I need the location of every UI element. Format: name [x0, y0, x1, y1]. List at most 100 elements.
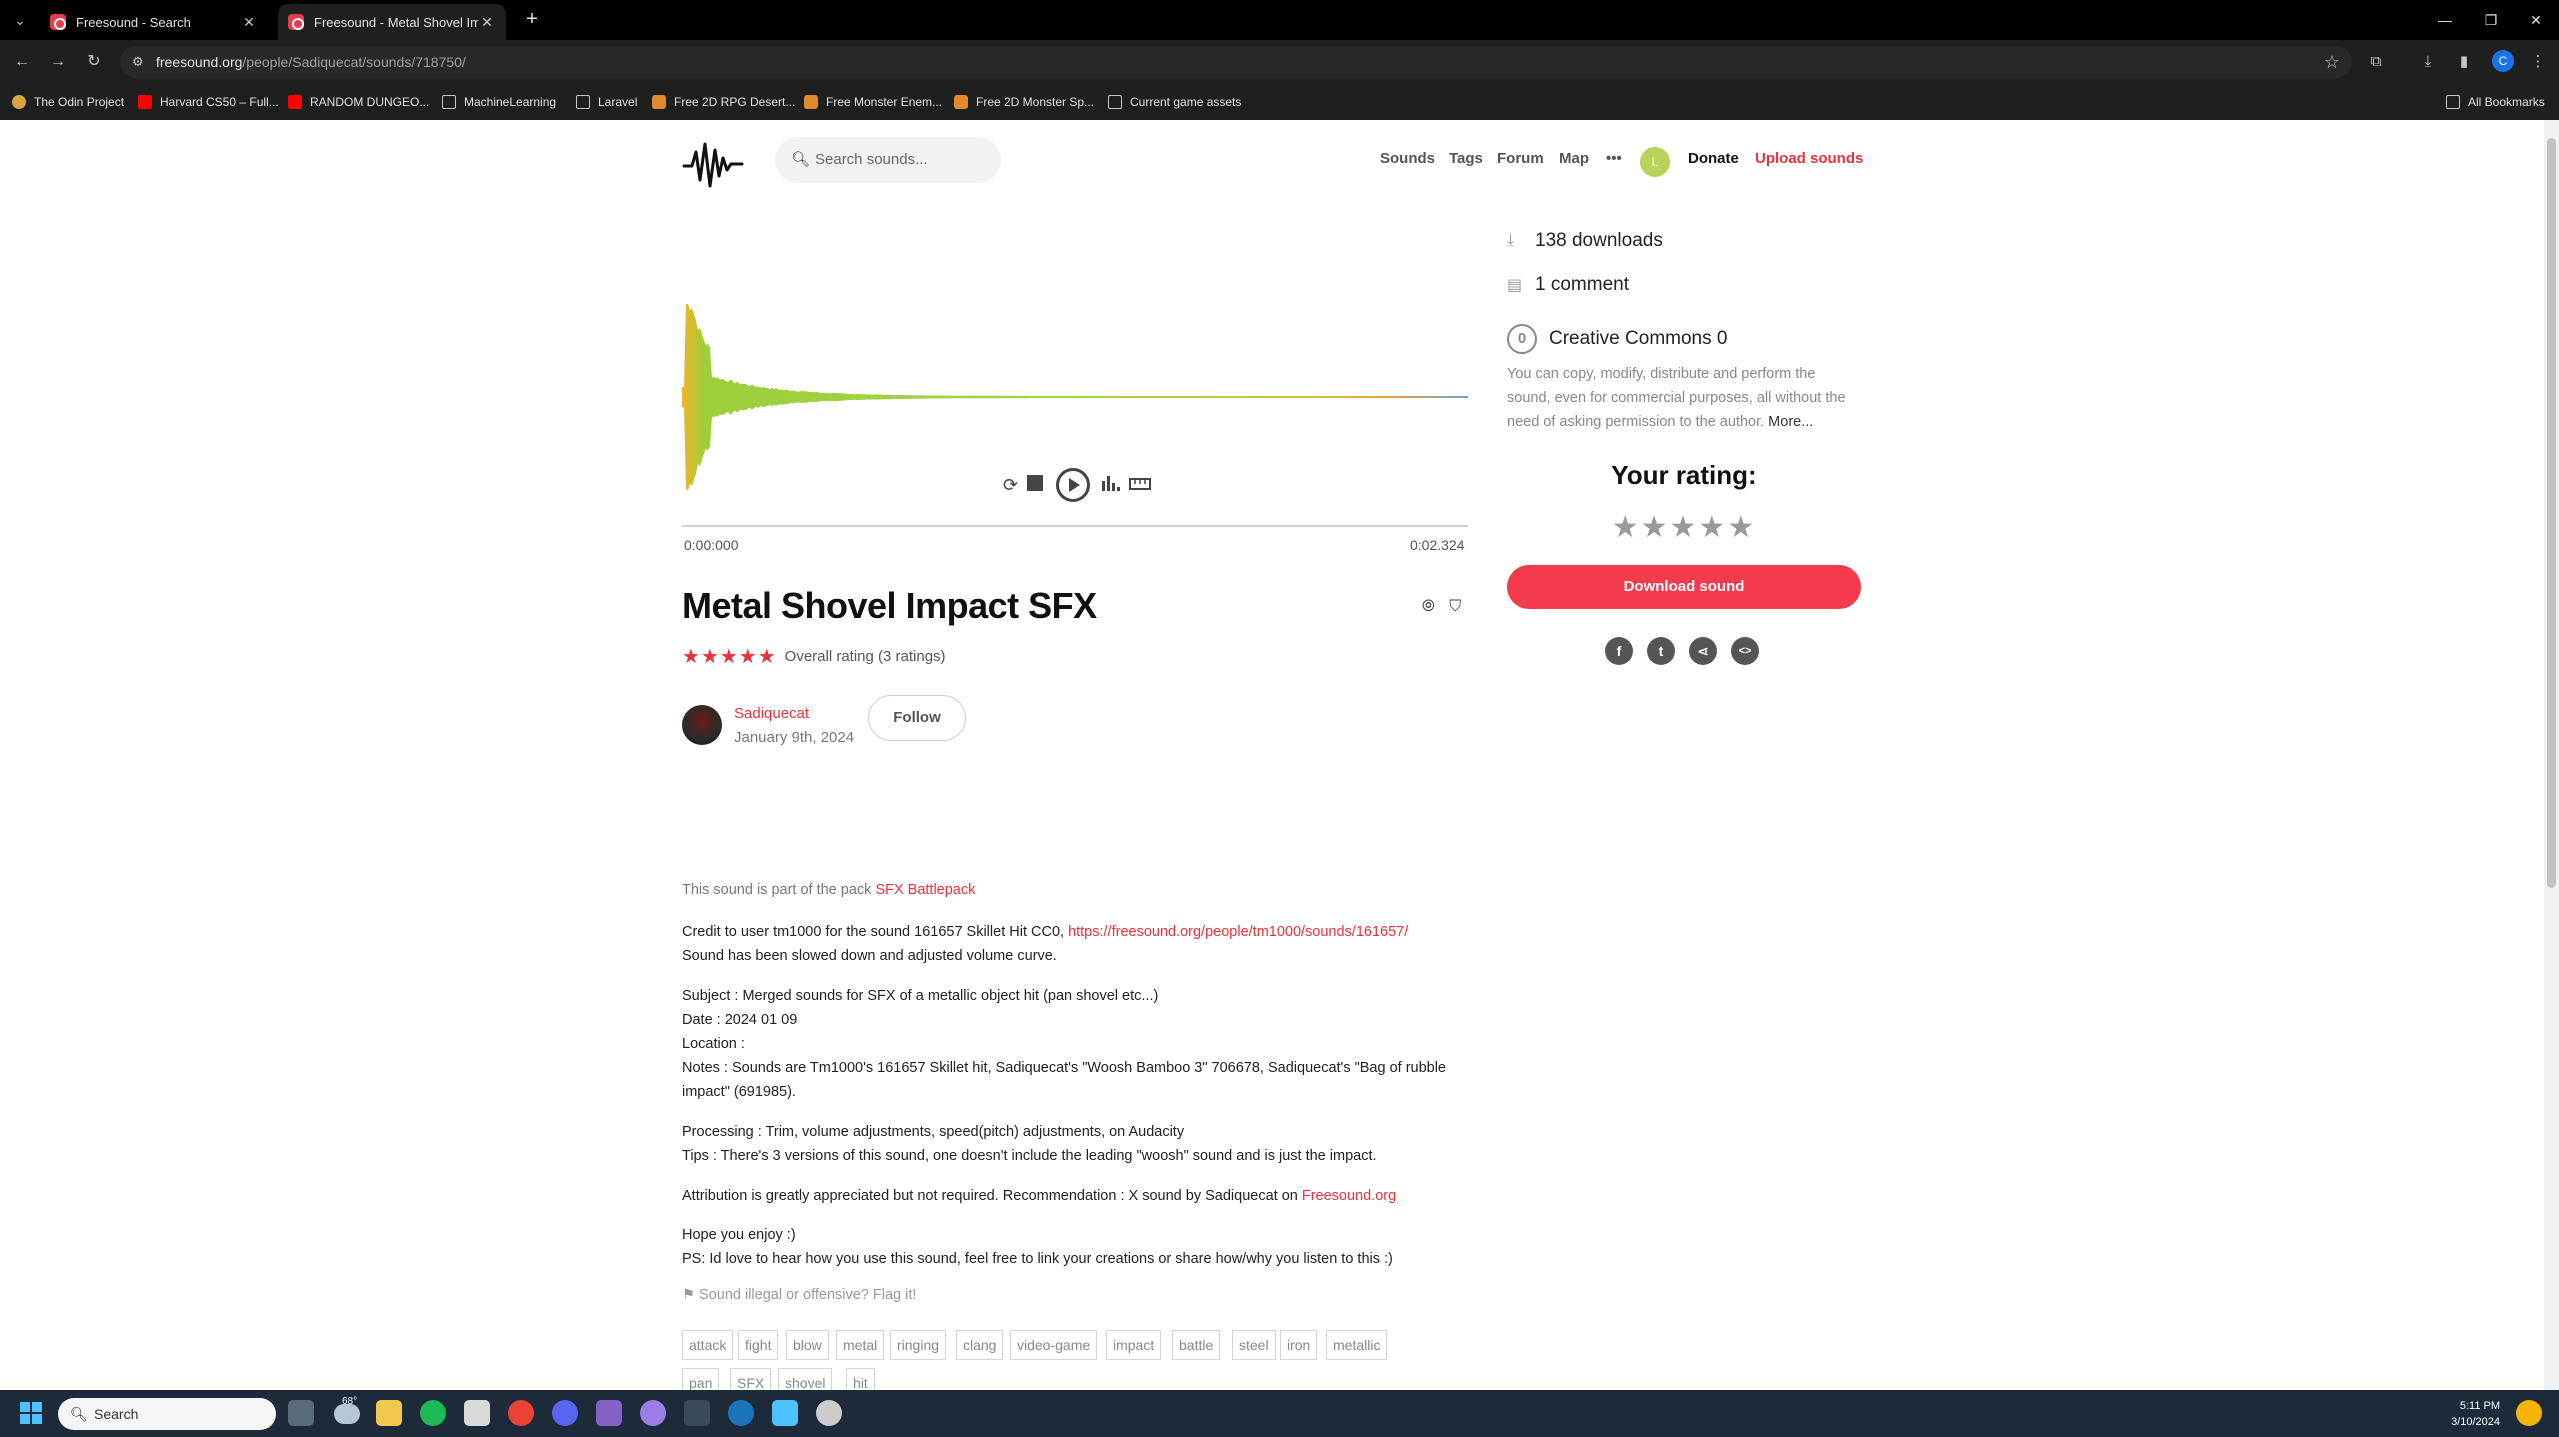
share-icon[interactable]: ⋖ [1689, 637, 1717, 665]
tag-fight[interactable]: fight [738, 1330, 779, 1360]
back-arrow-icon[interactable]: ← [10, 50, 34, 74]
windows-start-icon[interactable] [20, 1402, 42, 1424]
page-scrollbar[interactable] [2544, 120, 2559, 1390]
nav-map[interactable]: Map [1559, 150, 1589, 167]
tag-blow[interactable]: blow [786, 1330, 829, 1360]
taskbar-search-input[interactable]: 🔍︎ Search [58, 1398, 276, 1430]
user-avatar[interactable]: L [1640, 147, 1670, 177]
tag-attack[interactable]: attack [682, 1330, 734, 1360]
site-info-icon[interactable]: ⚙ [132, 46, 144, 78]
bookmark-cs50[interactable]: Harvard CS50 – Full... [138, 93, 279, 111]
bookmark-current-game-assets[interactable]: Current game assets [1108, 93, 1241, 111]
discord-icon[interactable] [552, 1400, 578, 1426]
address-bar[interactable]: ⚙ freesound.org/people/Sadiquecat/sounds… [120, 46, 2352, 78]
follow-button[interactable]: Follow [868, 695, 966, 741]
stop-icon[interactable] [1027, 475, 1043, 491]
tab-freesound-search[interactable]: Freesound - Search ✕ [40, 4, 268, 40]
tag-ringing[interactable]: ringing [890, 1330, 947, 1360]
all-bookmarks[interactable]: All Bookmarks [2446, 93, 2545, 111]
nav-more-icon[interactable]: ••• [1606, 150, 1622, 167]
close-tab-icon[interactable]: ✕ [240, 14, 258, 31]
tab-search-chevron-icon[interactable]: ⌄ [8, 8, 32, 32]
terminal-icon[interactable] [684, 1400, 710, 1426]
embed-code-icon[interactable]: <> [1731, 637, 1759, 665]
download-icon[interactable]: ⤓ [2416, 50, 2440, 74]
author-name-link[interactable]: Sadiquecat [734, 705, 809, 722]
chrome-icon[interactable] [508, 1400, 534, 1426]
nav-upload-sounds[interactable]: Upload sounds [1755, 150, 1863, 167]
attribution-link[interactable]: Freesound.org [1302, 1188, 1396, 1204]
task-view-icon[interactable] [288, 1400, 314, 1426]
weather-cloud-icon[interactable] [334, 1404, 360, 1424]
tag-metal[interactable]: metal [836, 1330, 885, 1360]
loop-icon[interactable]: ⟳ [1003, 475, 1018, 496]
tag-impact[interactable]: impact [1106, 1330, 1162, 1360]
your-rating-stars[interactable]: ★★★★★ [1507, 510, 1861, 545]
new-tab-plus-icon[interactable]: + [520, 8, 544, 32]
nav-tags[interactable]: Tags [1449, 150, 1483, 167]
system-clock[interactable]: 5:11 PM 3/10/2024 [2430, 1398, 2500, 1430]
extensions-puzzle-icon[interactable]: ⧉ [2364, 50, 2388, 74]
steam-icon[interactable] [728, 1400, 754, 1426]
tag-battle[interactable]: battle [1172, 1330, 1221, 1360]
pack-link[interactable]: SFX Battlepack [875, 882, 975, 898]
tag-clang[interactable]: clang [956, 1330, 1004, 1360]
tag-metallic[interactable]: metallic [1326, 1330, 1388, 1360]
ruler-icon[interactable] [1129, 477, 1151, 495]
bookmark-odin[interactable]: The Odin Project [12, 93, 124, 111]
side-panel-icon[interactable]: ▮ [2452, 50, 2476, 74]
tag-shovel[interactable]: shovel [778, 1368, 833, 1390]
forward-arrow-icon[interactable]: → [46, 50, 70, 74]
bookmark-icon[interactable]: ⛉ [1449, 598, 1461, 615]
tab-metal-shovel[interactable]: Freesound - Metal Shovel Impa ✕ [278, 4, 506, 40]
file-explorer-icon[interactable] [376, 1400, 402, 1426]
reload-icon[interactable]: ↻ [82, 50, 106, 74]
close-window-icon[interactable]: ✕ [2513, 0, 2559, 40]
tag-steel[interactable]: steel [1232, 1330, 1276, 1360]
unity-icon[interactable] [464, 1400, 490, 1426]
tag-pan[interactable]: pan [682, 1368, 720, 1390]
close-tab-icon[interactable]: ✕ [478, 14, 496, 31]
license-stat[interactable]: 0 Creative Commons 0 [1507, 324, 1727, 354]
spotify-icon[interactable] [420, 1400, 446, 1426]
bookmark-rpg-desert[interactable]: Free 2D RPG Desert... [652, 93, 795, 111]
nav-sounds[interactable]: Sounds [1380, 150, 1435, 167]
github-desktop-icon[interactable] [640, 1400, 666, 1426]
bookmark-laravel[interactable]: Laravel [576, 93, 637, 111]
bookmark-monster-enemy[interactable]: Free Monster Enem... [804, 93, 942, 111]
comments-stat[interactable]: ▤ 1 comment [1507, 274, 1629, 296]
facebook-icon[interactable]: f [1605, 637, 1633, 665]
nav-forum[interactable]: Forum [1497, 150, 1544, 167]
tag-video-game[interactable]: video-game [1010, 1330, 1098, 1360]
bookmark-star-icon[interactable]: ☆ [2324, 46, 2340, 78]
author-avatar[interactable] [682, 705, 722, 745]
scrollbar-thumb[interactable] [2547, 138, 2556, 888]
downloads-stat[interactable]: ⤓ 138 downloads [1507, 230, 1663, 252]
tag-sfx[interactable]: SFX [730, 1368, 772, 1390]
restore-icon[interactable]: ❐ [2468, 0, 2514, 40]
bookmark-monster-sprites[interactable]: Free 2D Monster Sp... [954, 93, 1094, 111]
flag-link[interactable]: ⚑ Sound illegal or offensive? Flag it! [682, 1287, 916, 1303]
credit-link[interactable]: https://freesound.org/people/tm1000/soun… [1068, 924, 1408, 940]
bookmark-machinelearning[interactable]: MachineLearning [442, 93, 556, 111]
copilot-icon[interactable] [2516, 1400, 2542, 1426]
menu-kebab-icon[interactable]: ⋮ [2526, 50, 2550, 74]
bookmark-random-dungeon[interactable]: RANDOM DUNGEO... [288, 93, 429, 111]
playback-progress-bar[interactable] [682, 525, 1468, 527]
visual-studio-icon[interactable] [596, 1400, 622, 1426]
play-button[interactable] [1056, 468, 1090, 502]
tag-iron[interactable]: iron [1280, 1330, 1318, 1360]
license-more-link[interactable]: More... [1768, 414, 1813, 430]
spectrogram-toggle-icon[interactable] [1101, 473, 1121, 496]
nav-donate[interactable]: Donate [1688, 150, 1739, 167]
notepad-icon[interactable] [772, 1400, 798, 1426]
godot-icon[interactable] [816, 1400, 842, 1426]
similar-sounds-icon[interactable]: ⦾ [1422, 598, 1435, 615]
download-sound-button[interactable]: Download sound [1507, 565, 1861, 609]
tag-hit[interactable]: hit [846, 1368, 875, 1390]
twitter-icon[interactable]: t [1647, 637, 1675, 665]
minimize-icon[interactable]: — [2422, 0, 2468, 40]
search-input[interactable]: 🔍︎ Search sounds... [775, 137, 1001, 183]
profile-avatar[interactable]: C [2492, 50, 2514, 72]
freesound-logo-icon[interactable] [682, 140, 744, 190]
